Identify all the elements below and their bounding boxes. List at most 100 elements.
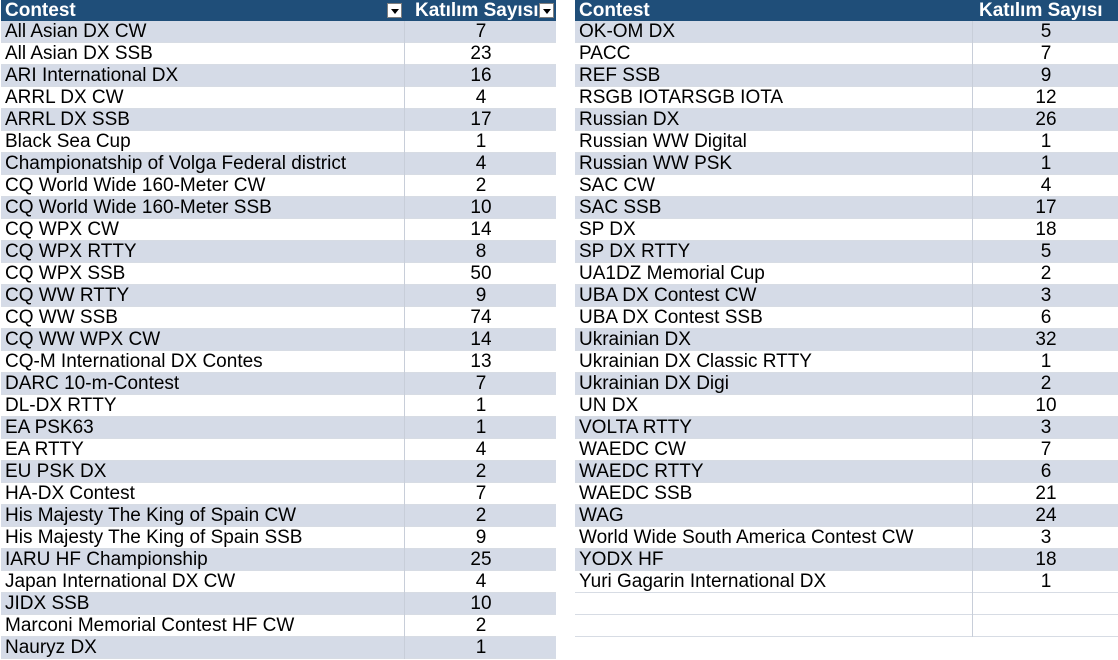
table-row[interactable]: WAEDC RTTY 6 bbox=[575, 461, 1118, 483]
contest-name-cell[interactable]: VOLTA RTTY bbox=[579, 417, 692, 439]
contest-name-cell[interactable]: Championatship of Volga Federal district bbox=[5, 153, 346, 175]
participation-count-cell[interactable]: 23 bbox=[406, 43, 556, 65]
contest-name-cell[interactable]: Nauryz DX bbox=[5, 637, 97, 659]
participation-count-cell[interactable]: 2 bbox=[406, 615, 556, 637]
contest-name-cell[interactable]: WAEDC SSB bbox=[579, 483, 692, 505]
table-row[interactable]: World Wide South America Contest CW 3 bbox=[575, 527, 1118, 549]
table-row[interactable]: CQ World Wide 160-Meter SSB 10 bbox=[1, 197, 556, 219]
column-header-contest[interactable]: Contest bbox=[579, 0, 650, 21]
participation-count-cell[interactable]: 13 bbox=[406, 351, 556, 373]
contest-name-cell[interactable]: Ukrainian DX Classic RTTY bbox=[579, 351, 812, 373]
table-row[interactable]: CQ WPX SSB 50 bbox=[1, 263, 556, 285]
participation-count-cell[interactable]: 4 bbox=[406, 87, 556, 109]
participation-count-cell[interactable]: 1 bbox=[406, 395, 556, 417]
contest-name-cell[interactable]: WAEDC CW bbox=[579, 439, 686, 461]
contest-name-cell[interactable]: Ukrainian DX bbox=[579, 329, 691, 351]
participation-count-cell[interactable]: 4 bbox=[974, 175, 1118, 197]
participation-count-cell[interactable]: 6 bbox=[974, 307, 1118, 329]
table-row[interactable]: CQ WW RTTY 9 bbox=[1, 285, 556, 307]
participation-count-cell[interactable]: 2 bbox=[974, 263, 1118, 285]
contest-name-cell[interactable]: RSGB IOTARSGB IOTA bbox=[579, 87, 783, 109]
contest-name-cell[interactable]: His Majesty The King of Spain SSB bbox=[5, 527, 302, 549]
table-row[interactable]: OK-OM DX 5 bbox=[575, 21, 1118, 43]
contest-name-cell[interactable]: ARRL DX SSB bbox=[5, 109, 130, 131]
contest-name-cell[interactable]: ARI International DX bbox=[5, 65, 178, 87]
contest-name-cell[interactable]: WAEDC RTTY bbox=[579, 461, 704, 483]
participation-count-cell[interactable]: 17 bbox=[974, 197, 1118, 219]
participation-count-cell[interactable]: 1 bbox=[406, 637, 556, 659]
contest-name-cell[interactable]: CQ WPX RTTY bbox=[5, 241, 137, 263]
participation-count-cell[interactable]: 5 bbox=[974, 241, 1118, 263]
table-row[interactable]: CQ WW SSB 74 bbox=[1, 307, 556, 329]
participation-count-cell[interactable]: 7 bbox=[406, 21, 556, 43]
contest-name-cell[interactable]: Ukrainian DX Digi bbox=[579, 373, 729, 395]
contest-name-cell[interactable]: UBA DX Contest CW bbox=[579, 285, 756, 307]
contest-name-cell[interactable]: UBA DX Contest SSB bbox=[579, 307, 763, 329]
table-row[interactable]: ARI International DX 16 bbox=[1, 65, 556, 87]
column-header-count[interactable]: Katılım Sayısı bbox=[979, 0, 1103, 21]
table-row[interactable]: Ukrainian DX Digi 2 bbox=[575, 373, 1118, 395]
table-row[interactable]: Championatship of Volga Federal district… bbox=[1, 153, 556, 175]
participation-count-cell[interactable]: 3 bbox=[974, 285, 1118, 307]
table-row[interactable]: Nauryz DX 1 bbox=[1, 637, 556, 659]
contest-name-cell[interactable]: ARRL DX CW bbox=[5, 87, 124, 109]
contest-name-cell[interactable]: World Wide South America Contest CW bbox=[579, 527, 913, 549]
participation-count-cell[interactable]: 2 bbox=[406, 461, 556, 483]
participation-count-cell[interactable]: 26 bbox=[974, 109, 1118, 131]
table-row[interactable]: HA-DX Contest 7 bbox=[1, 483, 556, 505]
contest-name-cell[interactable]: CQ WPX SSB bbox=[5, 263, 125, 285]
table-row[interactable]: Black Sea Cup 1 bbox=[1, 131, 556, 153]
table-row[interactable]: WAEDC CW 7 bbox=[575, 439, 1118, 461]
table-row[interactable]: JIDX SSB 10 bbox=[1, 593, 556, 615]
contest-name-cell[interactable]: CQ WW SSB bbox=[5, 307, 118, 329]
table-row[interactable]: CQ WPX RTTY 8 bbox=[1, 241, 556, 263]
contest-name-cell[interactable]: CQ WPX CW bbox=[5, 219, 119, 241]
contest-name-cell[interactable]: DL-DX RTTY bbox=[5, 395, 117, 417]
filter-dropdown-icon[interactable] bbox=[387, 3, 402, 18]
table-row[interactable]: REF SSB 9 bbox=[575, 65, 1118, 87]
contest-name-cell[interactable]: Russian WW Digital bbox=[579, 131, 747, 153]
table-row[interactable]: UA1DZ Memorial Cup 2 bbox=[575, 263, 1118, 285]
table-row[interactable]: YODX HF 18 bbox=[575, 549, 1118, 571]
participation-count-cell[interactable]: 18 bbox=[974, 549, 1118, 571]
participation-count-cell[interactable]: 2 bbox=[406, 175, 556, 197]
participation-count-cell[interactable]: 4 bbox=[406, 153, 556, 175]
table-row[interactable]: IARU HF Championship 25 bbox=[1, 549, 556, 571]
table-row[interactable]: UN DX 10 bbox=[575, 395, 1118, 417]
table-row[interactable]: His Majesty The King of Spain CW 2 bbox=[1, 505, 556, 527]
contest-name-cell[interactable]: JIDX SSB bbox=[5, 593, 89, 615]
table-row[interactable]: CQ World Wide 160-Meter CW 2 bbox=[1, 175, 556, 197]
table-row[interactable]: CQ WPX CW 14 bbox=[1, 219, 556, 241]
participation-count-cell[interactable]: 7 bbox=[974, 439, 1118, 461]
table-row[interactable]: WAEDC SSB 21 bbox=[575, 483, 1118, 505]
contest-name-cell[interactable]: CQ WW RTTY bbox=[5, 285, 129, 307]
participation-count-cell[interactable]: 1 bbox=[406, 131, 556, 153]
contest-name-cell[interactable]: IARU HF Championship bbox=[5, 549, 208, 571]
contest-name-cell[interactable]: HA-DX Contest bbox=[5, 483, 135, 505]
contest-name-cell[interactable]: CQ WW WPX CW bbox=[5, 329, 160, 351]
contest-name-cell[interactable]: His Majesty The King of Spain CW bbox=[5, 505, 296, 527]
participation-count-cell[interactable]: 3 bbox=[974, 527, 1118, 549]
table-row[interactable]: RSGB IOTARSGB IOTA 12 bbox=[575, 87, 1118, 109]
filter-dropdown-icon[interactable] bbox=[539, 3, 554, 18]
table-row[interactable]: CQ-M International DX Contes 13 bbox=[1, 351, 556, 373]
column-header-contest[interactable]: Contest bbox=[5, 0, 76, 21]
contest-name-cell[interactable]: PACC bbox=[579, 43, 630, 65]
participation-count-cell[interactable]: 1 bbox=[974, 571, 1118, 593]
participation-count-cell[interactable]: 21 bbox=[974, 483, 1118, 505]
table-row[interactable]: ARRL DX SSB 17 bbox=[1, 109, 556, 131]
contest-name-cell[interactable]: EA RTTY bbox=[5, 439, 84, 461]
participation-count-cell[interactable]: 10 bbox=[406, 197, 556, 219]
participation-count-cell[interactable]: 9 bbox=[974, 65, 1118, 87]
table-row[interactable]: UBA DX Contest CW 3 bbox=[575, 285, 1118, 307]
participation-count-cell[interactable]: 24 bbox=[974, 505, 1118, 527]
contest-name-cell[interactable]: Japan International DX CW bbox=[5, 571, 235, 593]
table-row[interactable]: WAG 24 bbox=[575, 505, 1118, 527]
participation-count-cell[interactable]: 12 bbox=[974, 87, 1118, 109]
participation-count-cell[interactable]: 9 bbox=[406, 527, 556, 549]
participation-count-cell[interactable]: 74 bbox=[406, 307, 556, 329]
participation-count-cell[interactable]: 18 bbox=[974, 219, 1118, 241]
participation-count-cell[interactable]: 5 bbox=[974, 21, 1118, 43]
participation-count-cell[interactable]: 17 bbox=[406, 109, 556, 131]
contest-name-cell[interactable]: SP DX bbox=[579, 219, 636, 241]
